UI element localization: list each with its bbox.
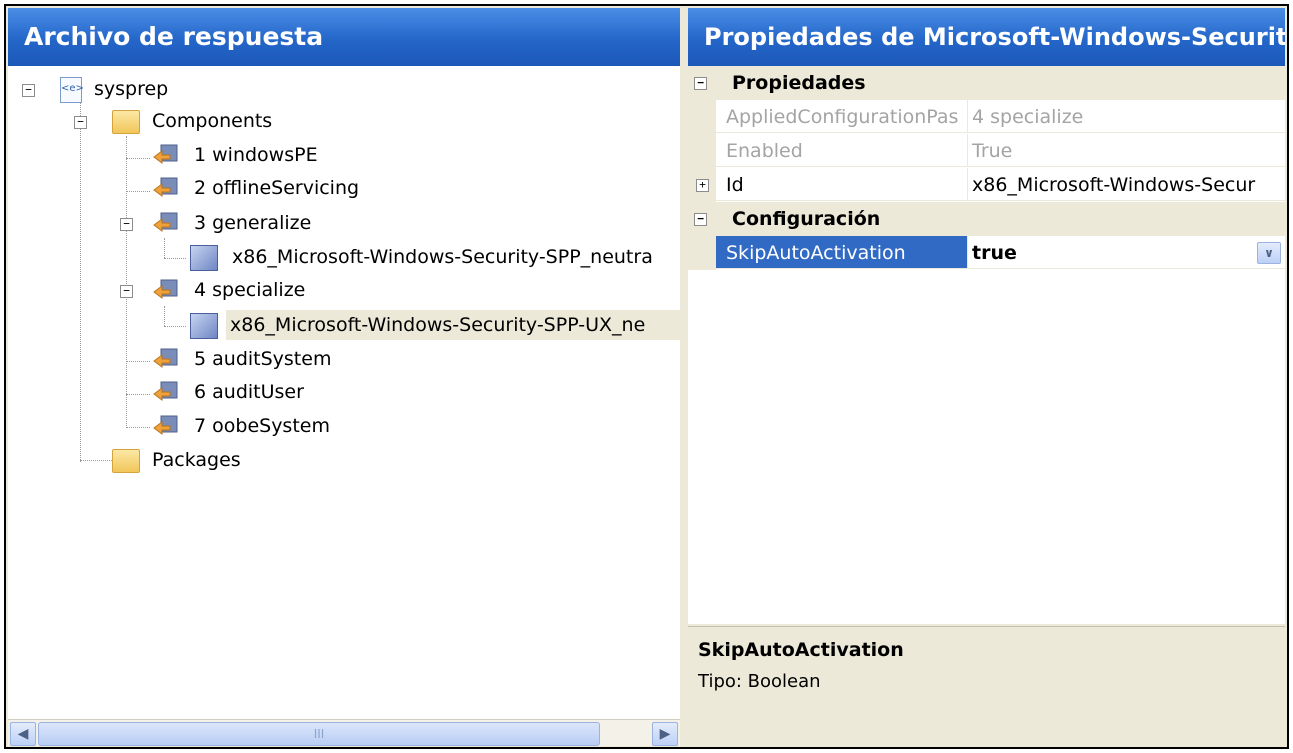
property-row-id[interactable]: + Id x86_Microsoft-Windows-Secur [688, 168, 1285, 202]
collapse-icon[interactable]: − [694, 77, 707, 90]
property-row-appliedconfigurationpass[interactable]: AppliedConfigurationPas 4 specialize [688, 100, 1285, 134]
answer-file-title: Archivo de respuesta [8, 8, 680, 66]
tree-item-label: 3 generalize [194, 212, 312, 234]
config-pass-icon [153, 212, 178, 232]
pane-splitter[interactable] [680, 8, 688, 746]
config-pass-icon [153, 348, 178, 368]
collapse-icon[interactable]: − [120, 285, 133, 298]
scrollbar-thumb[interactable]: III [38, 722, 600, 746]
property-name: SkipAutoActivation [716, 236, 968, 269]
row-gutter [688, 100, 716, 134]
tree-item-label: x86_Microsoft-Windows-Security-SPP-UX_ne [226, 310, 680, 340]
horizontal-scrollbar[interactable]: ◀ III ▶ [8, 719, 680, 746]
row-gutter [688, 236, 716, 270]
property-row-skipautoactivation[interactable]: SkipAutoActivation true ∨ [688, 236, 1285, 270]
tree-item-label: 2 offlineServicing [194, 177, 360, 199]
tree-item-label: 5 auditSystem [194, 348, 332, 370]
config-pass-icon [153, 415, 178, 435]
property-value: x86_Microsoft-Windows-Secur [968, 168, 1285, 201]
tree-connector [164, 238, 165, 258]
tree-connector [126, 191, 150, 192]
tree-item-label: x86_Microsoft-Windows-Security-SPP_neutr… [232, 246, 653, 268]
folder-icon [112, 110, 140, 134]
category-propiedades[interactable]: − Propiedades [688, 66, 1285, 100]
config-pass-icon [153, 279, 178, 299]
xml-file-icon: <e> [60, 77, 84, 103]
tree-connector [164, 258, 186, 259]
scroll-left-arrow-icon[interactable]: ◀ [10, 722, 36, 746]
property-name: AppliedConfigurationPas [716, 100, 968, 133]
tree-connector [164, 306, 165, 326]
tree-connector [164, 326, 186, 327]
tree-item-label: Components [152, 110, 273, 132]
folder-icon [112, 449, 140, 473]
collapse-icon[interactable]: − [694, 213, 707, 226]
scroll-right-arrow-icon[interactable]: ▶ [652, 722, 678, 746]
component-icon [190, 313, 218, 339]
category-label: Propiedades [732, 72, 866, 94]
property-name: Enabled [716, 134, 968, 167]
properties-pane: Propiedades de Microsoft-Windows-Securit… [688, 8, 1285, 747]
tree-item-label: 1 windowsPE [194, 144, 318, 166]
description-title: SkipAutoActivation [698, 639, 904, 661]
property-value: True [968, 134, 1285, 167]
skipautoactivation-value-select[interactable]: true ∨ [968, 236, 1285, 269]
tree-connector [126, 158, 150, 159]
tree-item-label: 6 auditUser [194, 381, 304, 403]
tree-connector [80, 460, 114, 461]
row-gutter [688, 134, 716, 168]
answer-file-pane: Archivo de respuesta − <e> sysprep − Com… [8, 8, 680, 746]
tree-connector [126, 136, 127, 426]
tree-item-label: sysprep [94, 78, 169, 100]
answer-file-tree[interactable]: − <e> sysprep − Components 1 windowsPE 2… [8, 66, 680, 720]
config-pass-icon [153, 381, 178, 401]
collapse-icon[interactable]: − [120, 218, 133, 231]
property-grid[interactable]: − Propiedades AppliedConfigurationPas 4 … [688, 66, 1285, 624]
category-configuracion[interactable]: − Configuración [688, 202, 1285, 236]
chevron-down-icon[interactable]: ∨ [1257, 242, 1281, 264]
expand-icon[interactable]: + [696, 179, 709, 192]
tree-item-label: 7 oobeSystem [194, 415, 330, 437]
tree-item-label: Packages [152, 449, 241, 471]
category-label: Configuración [732, 208, 881, 230]
description-text: Tipo: Boolean [698, 671, 821, 692]
selected-value: true [972, 242, 1017, 264]
tree-connector [126, 394, 150, 395]
collapse-icon[interactable]: − [74, 116, 87, 129]
property-name: Id [716, 168, 968, 201]
collapse-icon[interactable]: − [22, 84, 35, 97]
tree-connector [80, 102, 81, 462]
description-panel: SkipAutoActivation Tipo: Boolean [688, 626, 1285, 747]
tree-connector [126, 361, 150, 362]
config-pass-icon [153, 144, 178, 164]
property-row-enabled[interactable]: Enabled True [688, 134, 1285, 168]
tree-item-label: 4 specialize [194, 279, 306, 301]
property-value: 4 specialize [968, 100, 1285, 133]
config-pass-icon [153, 177, 178, 197]
properties-title: Propiedades de Microsoft-Windows-Securit [688, 8, 1285, 66]
component-icon [190, 245, 218, 271]
tree-connector [126, 427, 150, 428]
